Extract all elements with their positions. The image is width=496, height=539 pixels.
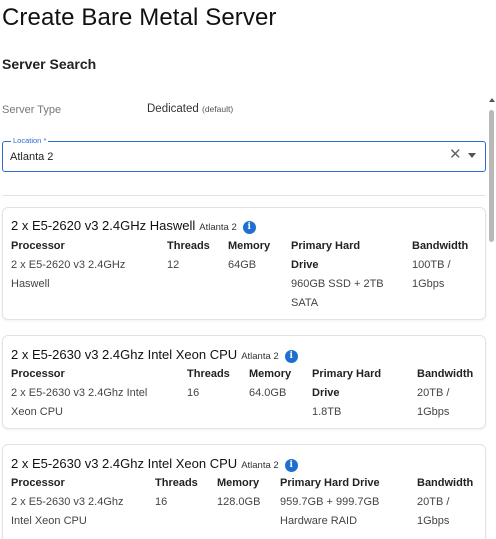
bandwidth-line2: 1Gbps <box>417 406 450 418</box>
bandwidth-line2: 1Gbps <box>417 515 450 527</box>
col-header-memory: Memory <box>249 368 292 380</box>
server-type-value: Dedicated (default) <box>147 103 233 115</box>
col-header-threads: Threads <box>167 240 210 252</box>
col-header-drive-line1: Primary Hard <box>312 368 382 380</box>
info-icon[interactable]: i <box>284 459 298 472</box>
drive-line1: 960GB SSD + 2TB <box>291 278 384 290</box>
col-header-memory: Memory <box>228 240 271 252</box>
col-header-processor: Processor <box>11 368 65 380</box>
processor-line2: Haswell <box>11 278 50 290</box>
scrollbar-thumb[interactable] <box>489 110 494 242</box>
threads-value: 16 <box>187 387 200 399</box>
bandwidth-value: 20TB / 1Gbps <box>417 384 449 422</box>
bandwidth-line1: 20TB / <box>417 387 450 399</box>
location-input[interactable] <box>10 151 430 163</box>
info-icon[interactable]: i <box>242 221 256 234</box>
scroll-up-arrow-icon[interactable] <box>489 98 495 102</box>
processor-value: 2 x E5-2630 v3 2.4Ghz Intel Xeon CPU <box>11 384 147 422</box>
bandwidth-value: 100TB / 1Gbps <box>412 256 451 294</box>
server-type-value-text: Dedicated <box>147 103 199 115</box>
threads-value: 12 <box>167 259 180 271</box>
section-title-server-search: Server Search <box>2 56 97 72</box>
chevron-down-icon[interactable] <box>468 153 476 158</box>
drive-line1: 1.8TB <box>312 406 342 418</box>
drive-value: 959.7GB + 999.7GB Hardware RAID <box>280 493 379 531</box>
col-header-processor: Processor <box>11 240 65 252</box>
col-header-bandwidth: Bandwidth <box>412 240 469 252</box>
processor-value: 2 x E5-2630 v3 2.4Ghz Intel Xeon CPU <box>11 493 124 531</box>
server-card-title: 2 x E5-2620 v3 2.4GHz Haswell Atlanta 2 i <box>11 218 256 234</box>
processor-value: 2 x E5-2620 v3 2.4GHz Haswell <box>11 256 125 294</box>
col-header-bandwidth: Bandwidth <box>417 368 474 380</box>
server-card-location: Atlanta 2 <box>199 222 237 233</box>
col-header-drive: Primary Hard Drive <box>280 477 380 489</box>
drive-line2: Hardware RAID <box>280 515 358 527</box>
processor-line2: Intel Xeon CPU <box>11 515 87 527</box>
col-header-drive: Primary Hard Drive <box>312 365 381 403</box>
server-type-label: Server Type <box>2 104 62 116</box>
col-header-drive-line2: Drive <box>312 387 340 399</box>
drive-value: 960GB SSD + 2TB SATA <box>291 275 384 313</box>
col-header-drive: Primary Hard Drive <box>291 237 360 275</box>
col-header-threads: Threads <box>155 477 198 489</box>
col-header-bandwidth: Bandwidth <box>417 477 474 489</box>
memory-value: 64.0GB <box>249 387 287 399</box>
memory-value: 128.0GB <box>217 496 261 508</box>
server-card-name: 2 x E5-2630 v3 2.4Ghz Intel Xeon CPU <box>11 347 238 362</box>
info-icon[interactable]: i <box>284 350 298 363</box>
bandwidth-line1: 100TB / <box>412 259 451 271</box>
server-type-default-note: (default) <box>202 104 234 114</box>
processor-line1: 2 x E5-2630 v3 2.4Ghz Intel <box>11 387 148 399</box>
col-header-drive-line2: Drive <box>291 259 319 271</box>
server-card-title: 2 x E5-2630 v3 2.4Ghz Intel Xeon CPU Atla… <box>11 456 298 472</box>
drive-line1: 959.7GB + 999.7GB <box>280 496 380 508</box>
col-header-processor: Processor <box>11 477 65 489</box>
location-label: Location * <box>11 136 49 145</box>
processor-line2: Xeon CPU <box>11 406 63 418</box>
page-title: Create Bare Metal Server <box>2 4 277 31</box>
divider <box>2 195 486 196</box>
threads-value: 16 <box>155 496 168 508</box>
bandwidth-line2: 1Gbps <box>412 278 445 290</box>
bandwidth-line1: 20TB / <box>417 496 450 508</box>
col-header-memory: Memory <box>217 477 260 489</box>
server-card-name: 2 x E5-2620 v3 2.4GHz Haswell <box>11 218 196 233</box>
processor-line1: 2 x E5-2630 v3 2.4Ghz <box>11 496 124 508</box>
memory-value: 64GB <box>228 259 257 271</box>
col-header-drive-line1: Primary Hard <box>291 240 361 252</box>
col-header-threads: Threads <box>187 368 230 380</box>
processor-line1: 2 x E5-2620 v3 2.4GHz <box>11 259 126 271</box>
server-card-name: 2 x E5-2630 v3 2.4Ghz Intel Xeon CPU <box>11 456 238 471</box>
clear-icon[interactable]: ✕ <box>449 146 462 164</box>
server-result-card[interactable]: 2 x E5-2630 v3 2.4Ghz Intel Xeon CPU Atla… <box>2 335 486 429</box>
server-result-card[interactable]: 2 x E5-2630 v3 2.4Ghz Intel Xeon CPU Atla… <box>2 444 486 539</box>
server-card-location: Atlanta 2 <box>241 351 279 362</box>
server-card-title: 2 x E5-2630 v3 2.4Ghz Intel Xeon CPU Atla… <box>11 347 298 363</box>
server-result-card[interactable]: 2 x E5-2620 v3 2.4GHz Haswell Atlanta 2i … <box>2 207 486 320</box>
server-card-location: Atlanta 2 <box>241 460 279 471</box>
bandwidth-value: 20TB / 1Gbps <box>417 493 449 531</box>
location-field[interactable]: Location * ✕ <box>2 136 486 172</box>
drive-value: 1.8TB <box>312 403 341 422</box>
drive-line2: SATA <box>291 297 319 309</box>
